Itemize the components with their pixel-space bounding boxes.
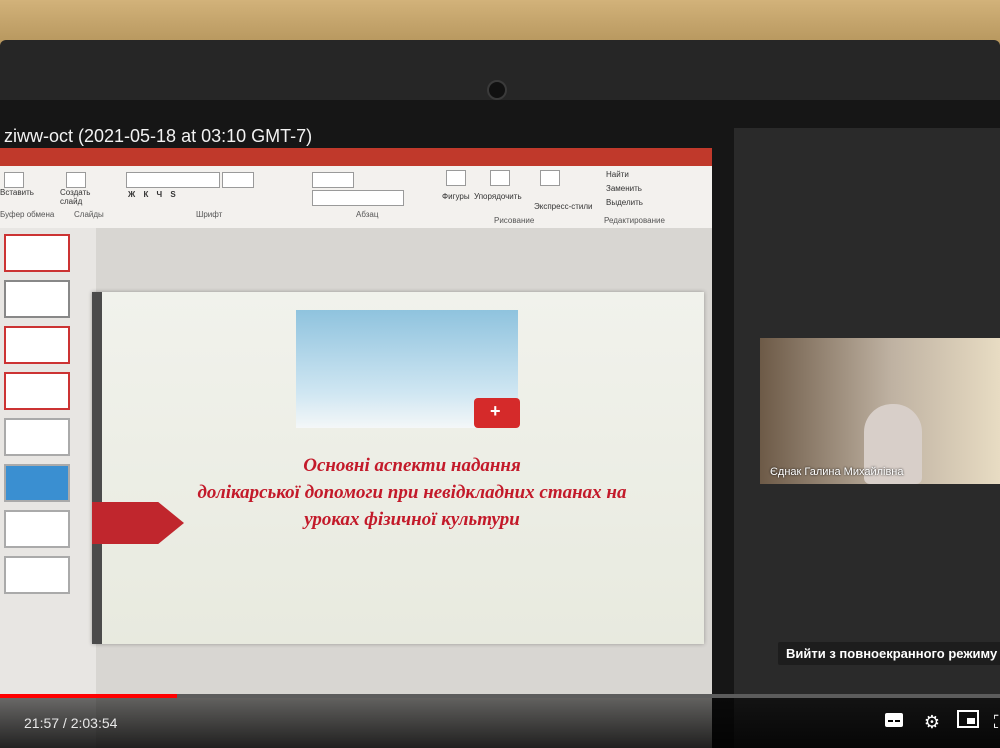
- ppt-ribbon: Вставить Буфер обмена Создать слайд Слай…: [0, 166, 712, 229]
- quick-styles-icon[interactable]: [540, 170, 560, 186]
- first-aid-kit-icon: [474, 398, 520, 428]
- find-button[interactable]: Найти: [606, 170, 629, 179]
- fullscreen-exit-icon[interactable]: ⛶: [988, 710, 1000, 734]
- bold-italic-underline-buttons[interactable]: Ж К Ч S: [128, 190, 179, 199]
- align-icons[interactable]: [312, 190, 404, 206]
- slide-title-line-3: уроках фізичної культури: [304, 509, 520, 530]
- slide-thumbnail[interactable]: [4, 280, 70, 318]
- slide-thumbnail[interactable]: [4, 372, 70, 410]
- webcam-lens: [487, 80, 507, 100]
- select-button[interactable]: Выделить: [606, 198, 643, 207]
- current-slide[interactable]: Основні аспекти надання долікарської доп…: [92, 292, 704, 644]
- subtitles-icon[interactable]: [882, 710, 906, 734]
- settings-gear-icon[interactable]: ⚙: [920, 710, 944, 734]
- participant-name: Єднак Галина Михайлівна: [770, 466, 904, 478]
- slide-title: Основні аспекти надання долікарської доп…: [152, 452, 672, 533]
- exit-fullscreen-tooltip: Вийти з повноекранного режиму (f): [778, 642, 1000, 665]
- time-separator: /: [59, 715, 71, 731]
- drawing-group-label: Рисование: [494, 216, 535, 225]
- time-display: 21:57 / 2:03:54: [24, 715, 117, 731]
- clipboard-group-label: Буфер обмена: [0, 210, 55, 219]
- slide-thumbnail[interactable]: [4, 234, 70, 272]
- paste-button[interactable]: Вставить: [0, 188, 34, 197]
- paragraph-group-label: Абзац: [356, 210, 379, 219]
- quick-styles-button[interactable]: Экспресс-стили: [534, 202, 593, 211]
- new-slide-button[interactable]: Создать слайд: [60, 188, 100, 206]
- font-name-dropdown[interactable]: [126, 172, 220, 188]
- slide-thumbnail[interactable]: [4, 418, 70, 456]
- slide-thumbnail[interactable]: [4, 510, 70, 548]
- bullets-icon[interactable]: [312, 172, 354, 188]
- laptop-screen: ziww-oct (2021-05-18 at 03:10 GMT-7) Вст…: [0, 100, 1000, 748]
- video-title[interactable]: ziww-oct (2021-05-18 at 03:10 GMT-7): [4, 126, 312, 147]
- editing-group-label: Редактирование: [604, 216, 665, 225]
- slide-thumbnail[interactable]: [4, 556, 70, 594]
- slide-title-line-1: Основні аспекти надання: [303, 455, 521, 476]
- first-aid-illustration: [296, 310, 520, 428]
- replace-button[interactable]: Заменить: [606, 184, 642, 193]
- participant-video: Єднак Галина Михайлівна: [760, 338, 1000, 484]
- player-controls: 21:57 / 2:03:54 ⚙ ⛶: [0, 698, 1000, 748]
- slide-title-line-2: долікарської допомоги при невідкладних с…: [197, 482, 627, 503]
- slide-thumbnail[interactable]: [4, 326, 70, 364]
- duration: 2:03:54: [70, 715, 118, 731]
- slide-left-bar: [92, 292, 102, 644]
- arrange-icon[interactable]: [490, 170, 510, 186]
- slides-group-label: Слайды: [74, 210, 104, 219]
- current-time: 21:57: [24, 715, 60, 731]
- paste-icon[interactable]: [4, 172, 24, 188]
- new-slide-icon[interactable]: [66, 172, 86, 188]
- arrange-button[interactable]: Упорядочить: [474, 192, 522, 201]
- shapes-icon[interactable]: [446, 170, 466, 186]
- font-group-label: Шрифт: [196, 210, 223, 219]
- font-size-dropdown[interactable]: [222, 172, 254, 188]
- ribbon-tab-bar: [0, 148, 712, 166]
- miniplayer-icon[interactable]: [956, 710, 980, 734]
- slide-thumbnail-panel[interactable]: [0, 228, 97, 748]
- slide-thumbnail[interactable]: [4, 464, 70, 502]
- shapes-button[interactable]: Фигуры: [442, 192, 470, 201]
